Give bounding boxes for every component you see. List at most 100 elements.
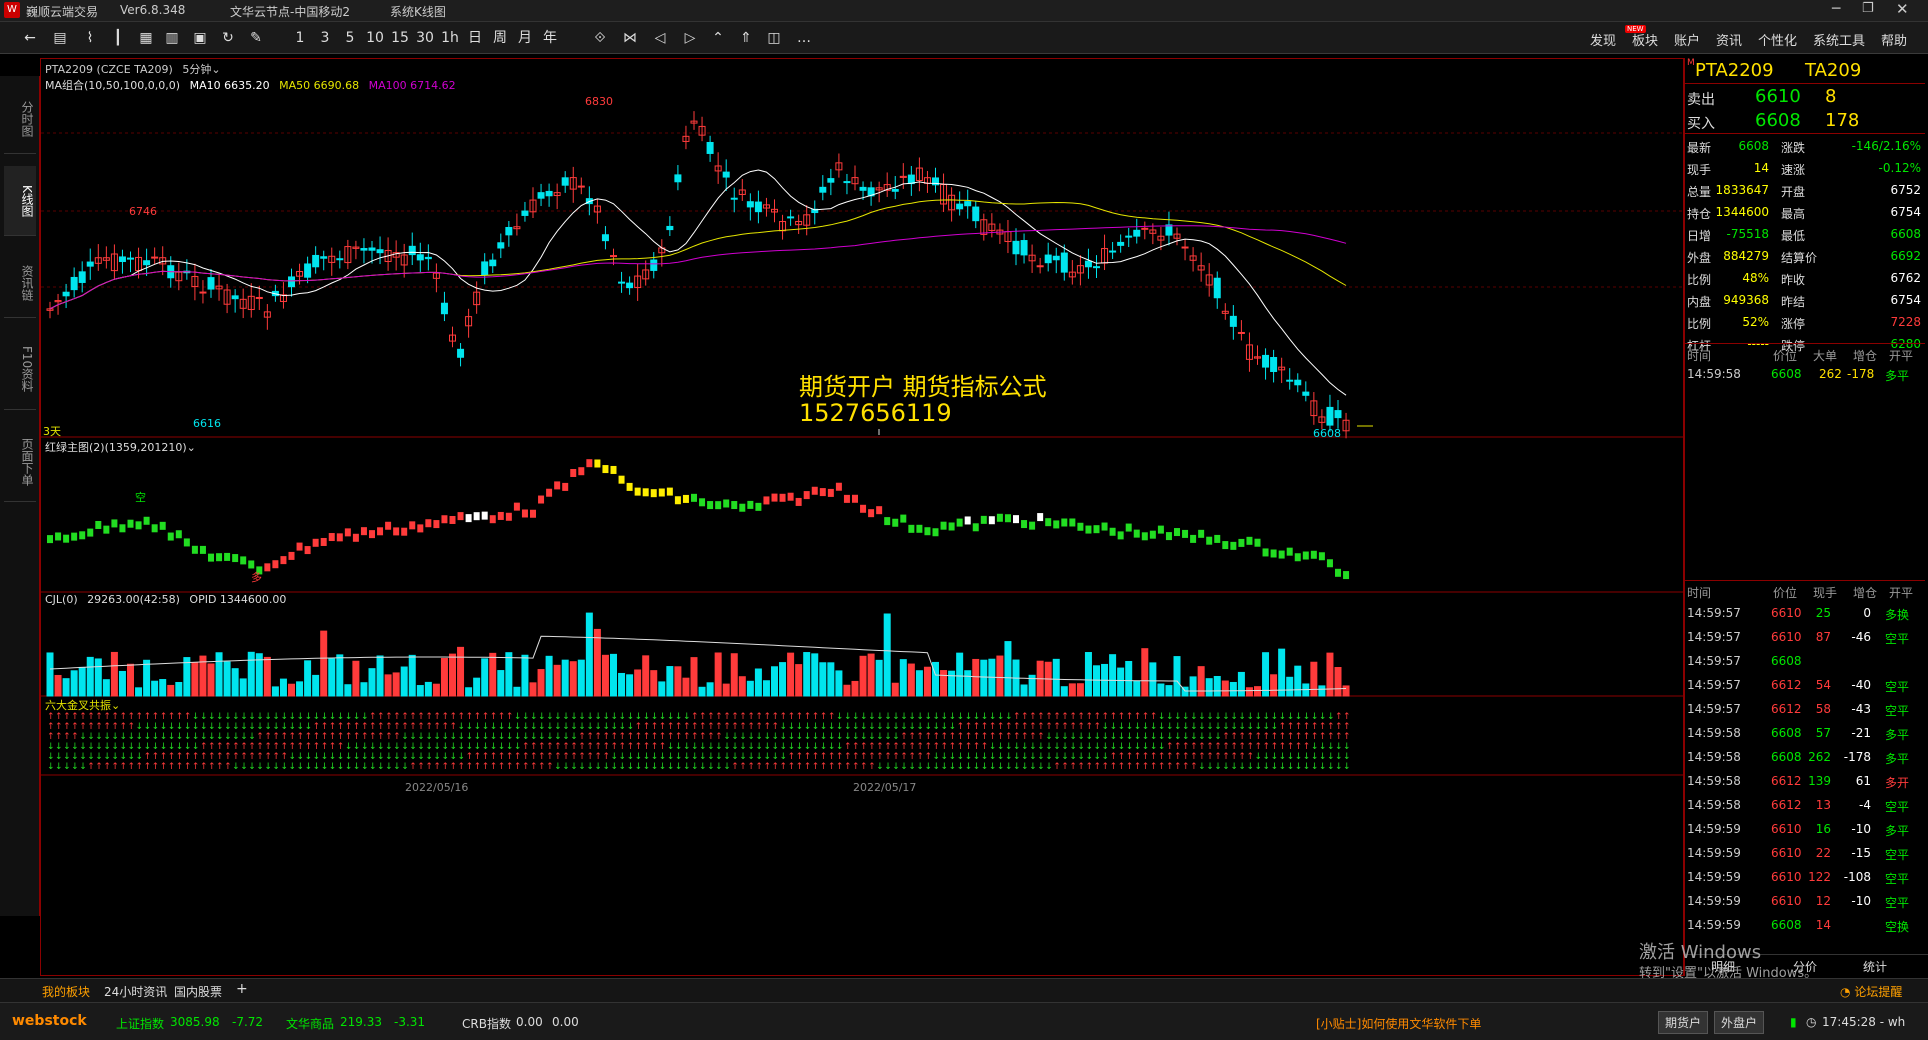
- tab-news-chain[interactable]: 资讯链: [4, 248, 36, 318]
- period-7[interactable]: 日: [465, 28, 485, 48]
- idx2-name[interactable]: 文华商品: [286, 1015, 334, 1032]
- up-arrow-icon: ↑: [522, 762, 530, 772]
- double-up-icon[interactable]: ⇑: [736, 28, 756, 48]
- tick-row[interactable]: 14:59:57 6612 58 -43 空平: [1685, 698, 1925, 722]
- add-tab-button[interactable]: +: [236, 981, 248, 997]
- left-arrow-icon[interactable]: ◁: [650, 28, 670, 48]
- more-icon[interactable]: …: [794, 28, 814, 48]
- down-arrow-icon: ↓: [79, 752, 87, 762]
- tab-24h-news[interactable]: 24小时资讯: [104, 983, 167, 1000]
- tick-row[interactable]: 14:59:58 6612 13 -4 空平: [1685, 794, 1925, 818]
- candle-icon[interactable]: ┃: [108, 28, 128, 48]
- tick-row[interactable]: 14:59:58 6608 262 -178 多平: [1685, 746, 1925, 770]
- forum-reminder[interactable]: ◔ 论坛提醒: [1840, 983, 1902, 1000]
- down-arrow-icon: ↓: [353, 762, 361, 772]
- back-icon[interactable]: ←: [20, 28, 40, 48]
- vol-label[interactable]: CJL(0): [45, 593, 78, 606]
- interval[interactable]: 5分钟: [182, 63, 211, 76]
- up-arrow-icon: ↑: [216, 762, 224, 772]
- up-arrow-icon: ↑: [772, 722, 780, 732]
- menu-4[interactable]: 个性化: [1758, 30, 1797, 49]
- tick-row[interactable]: 14:59:58 6612 139 61 多开: [1685, 770, 1925, 794]
- grid-icon[interactable]: ▦: [136, 28, 156, 48]
- sell-row[interactable]: 卖出 6610 8: [1685, 86, 1925, 110]
- doc-icon[interactable]: ▣: [190, 28, 210, 48]
- tick-row[interactable]: 14:59:58 6608 57 -21 多平: [1685, 722, 1925, 746]
- kline-chart[interactable]: ↑ ↑ ↑ ↑ ↑ ↑ ↑ ↑ ↑ ↑ ↑ ↑ ↑ ↑ ↑ ↑ ↑ ↑ ↓ ↓ ↓ ↓ ↓ ↓ ↓ ↓ ↓ ↓ ↓ ↓ ↓ ↓ ↓ ↓ ↓ ↓ ↓ ↓ ↓ ↓…: [40, 58, 1684, 976]
- period-2[interactable]: 5: [340, 28, 360, 48]
- tab-f10[interactable]: F10资料: [4, 330, 36, 410]
- idx3-name[interactable]: CRB指数: [462, 1015, 511, 1032]
- six-label[interactable]: 六大金叉共振⌄: [45, 697, 120, 713]
- refresh-icon[interactable]: ↻: [218, 28, 238, 48]
- menu-6[interactable]: 帮助: [1881, 30, 1907, 49]
- period-4[interactable]: 15: [390, 28, 410, 48]
- candle-body: [320, 256, 328, 259]
- tab-order[interactable]: 页面下单: [4, 422, 36, 502]
- tick-row[interactable]: 14:59:59 6608 14 空换: [1685, 914, 1925, 938]
- period-10[interactable]: 年: [540, 28, 560, 48]
- tick-row[interactable]: 14:59:59 6610 22 -15 空平: [1685, 842, 1925, 866]
- tick-row[interactable]: 14:59:59 6610 122 -108 空平: [1685, 866, 1925, 890]
- contract-tag[interactable]: PTA2209: [45, 63, 93, 76]
- up-arrow-icon: ↑: [844, 752, 852, 762]
- period-1[interactable]: 3: [315, 28, 335, 48]
- layout-icon[interactable]: ◫: [764, 28, 784, 48]
- idx1-name[interactable]: 上证指数: [116, 1015, 164, 1032]
- chevron-down-icon[interactable]: ⌄: [211, 63, 220, 76]
- indicator-block: [264, 563, 271, 572]
- minimize-icon[interactable]: ─: [1832, 1, 1840, 17]
- up-arrow-icon: ↑: [1238, 752, 1246, 762]
- tick-row[interactable]: 14:59:57 6610 25 0 多换: [1685, 602, 1925, 626]
- period-0[interactable]: 1: [290, 28, 310, 48]
- up-arrow-icon: ↑: [329, 732, 337, 742]
- tip-link[interactable]: [小贴士]如何使用文华软件下单: [1316, 1015, 1481, 1032]
- menu-3[interactable]: 资讯: [1716, 30, 1742, 49]
- down-arrow-icon: ↓: [546, 732, 554, 742]
- futures-account-button[interactable]: 期货户: [1658, 1011, 1709, 1034]
- zoom-out-icon[interactable]: ⋈: [620, 28, 640, 48]
- period-9[interactable]: 月: [515, 28, 535, 48]
- buy-row[interactable]: 买入 6608 178: [1685, 110, 1925, 134]
- kline-menu[interactable]: 系统K线图: [390, 3, 446, 20]
- menu-0[interactable]: 发现: [1590, 30, 1616, 49]
- up-arrow-icon[interactable]: ⌃: [708, 28, 728, 48]
- bars-icon[interactable]: ▥: [162, 28, 182, 48]
- tick-row[interactable]: 14:59:57 6608: [1685, 650, 1925, 674]
- period-3[interactable]: 10: [365, 28, 385, 48]
- restore-icon[interactable]: ❐: [1862, 1, 1874, 16]
- big-trade-row[interactable]: 14:59:58 6608 262 -178 多平: [1685, 364, 1925, 386]
- down-arrow-icon: ↓: [256, 722, 264, 732]
- tab-stats[interactable]: 统计: [1863, 958, 1887, 975]
- tick-row[interactable]: 14:59:59 6610 12 -10 空平: [1685, 890, 1925, 914]
- up-arrow-icon: ↑: [450, 722, 458, 732]
- list-icon[interactable]: ▤: [50, 28, 70, 48]
- chevron-down-icon[interactable]: ⌄: [187, 441, 196, 454]
- ind1-label[interactable]: 红绿主图(2)(1359,201210)⌄: [45, 439, 196, 455]
- tick-row[interactable]: 14:59:57 6612 54 -40 空平: [1685, 674, 1925, 698]
- menu-5[interactable]: 系统工具: [1813, 30, 1865, 49]
- up-arrow-icon: ↑: [1134, 752, 1142, 762]
- line-chart-icon[interactable]: ⌇: [80, 28, 100, 48]
- tick-list[interactable]: 14:59:57 6610 25 0 多换 14:59:57 6610 87 -4…: [1685, 602, 1928, 942]
- draw-icon[interactable]: ✎: [246, 28, 266, 48]
- foreign-account-button[interactable]: 外盘户: [1714, 1011, 1765, 1034]
- tick-row[interactable]: 14:59:59 6610 16 -10 多平: [1685, 818, 1925, 842]
- tab-domestic-stocks[interactable]: 国内股票: [174, 983, 222, 1000]
- period-6[interactable]: 1h: [440, 28, 460, 48]
- period-8[interactable]: 周: [490, 28, 510, 48]
- tab-my-board[interactable]: 我的板块: [42, 983, 90, 1000]
- tab-timeshare[interactable]: 分时图: [4, 84, 36, 154]
- down-arrow-icon: ↓: [675, 712, 683, 722]
- ma-label[interactable]: MA组合(10,50,100,0,0,0): [45, 79, 180, 92]
- menu-2[interactable]: 账户: [1674, 30, 1700, 49]
- indicator-block: [996, 513, 1003, 522]
- tab-kline[interactable]: K线图: [4, 166, 36, 236]
- up-arrow-icon: ↑: [876, 752, 884, 762]
- tick-row[interactable]: 14:59:57 6610 87 -46 空平: [1685, 626, 1925, 650]
- close-icon[interactable]: ✕: [1896, 0, 1909, 18]
- zoom-in-icon[interactable]: ⟐: [590, 28, 610, 48]
- period-5[interactable]: 30: [415, 28, 435, 48]
- up-arrow-icon: ↑: [1327, 732, 1335, 742]
- right-arrow-icon[interactable]: ▷: [680, 28, 700, 48]
